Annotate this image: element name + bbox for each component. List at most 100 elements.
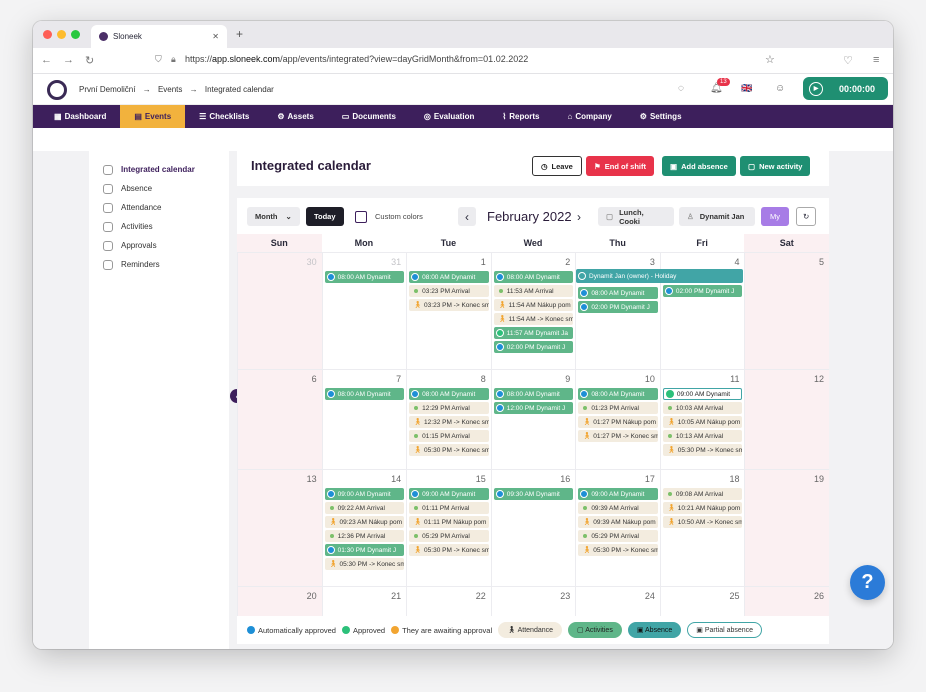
calendar-event[interactable]: 03:23 PM Arrival — [409, 285, 489, 297]
shift-timer[interactable]: ▶ 00:00:00 — [803, 77, 888, 100]
new-tab-button[interactable]: + — [236, 27, 243, 41]
menu-icon[interactable]: ≡ — [873, 54, 879, 66]
url-field[interactable]: https://app.sloneek.com/app/events/integ… — [185, 54, 528, 64]
close-tab-icon[interactable]: ✕ — [212, 32, 219, 41]
next-month-button[interactable]: › — [569, 207, 589, 226]
calendar-event[interactable]: 12:36 PM Arrival — [324, 530, 405, 542]
calendar-event[interactable]: 09:22 AM Arrival — [324, 502, 405, 514]
day-cell[interactable]: 5 — [744, 253, 829, 369]
menu-events[interactable]: ▤ Events — [120, 105, 186, 128]
calendar-event[interactable]: 🚶︎ 01:11 PM Nákup pom — [409, 516, 489, 528]
menu-dashboard[interactable]: ▦ Dashboard — [40, 105, 120, 128]
custom-colors-checkbox[interactable]: Custom colors — [347, 207, 431, 226]
calendar-event[interactable]: 🚶︎ 05:30 PM -> Konec sm — [324, 558, 405, 570]
day-cell[interactable]: 14 09:00 AM Dynamit 09:22 AM Arrival 🚶︎ 09:2… — [321, 470, 407, 586]
menu-checklists[interactable]: ☰ Checklists — [185, 105, 263, 128]
calendar-event[interactable]: 05:29 PM Arrival — [578, 530, 658, 542]
prev-month-button[interactable]: ‹ — [458, 207, 476, 226]
pocket-icon[interactable]: ♡ — [843, 54, 853, 67]
calendar-event[interactable]: 02:00 PM Dynamit J — [662, 285, 743, 297]
calendar-event[interactable]: 🚶︎ 10:50 AM -> Konec sm — [662, 516, 743, 528]
reload-icon[interactable]: ↻ — [85, 54, 94, 67]
calendar-event[interactable]: 12:29 PM Arrival — [409, 402, 489, 414]
sidebar-item-reminders[interactable]: Reminders — [89, 255, 229, 274]
calendar-event[interactable]: 08:00 AM Dynamit — [324, 271, 405, 283]
calendar-event[interactable]: 🚶︎ 03:23 PM -> Konec sm — [409, 299, 489, 311]
calendar-event[interactable]: 09:30 AM Dynamit — [493, 488, 574, 500]
day-cell[interactable]: 2 08:00 AM Dynamit 11:53 AM Arrival 🚶︎ 11:54… — [490, 253, 576, 369]
new-activity-button[interactable]: ▢ New activity — [740, 156, 811, 176]
sidebar-item-attendance[interactable]: Attendance — [89, 198, 229, 217]
calendar-event[interactable]: 🚶︎ 01:27 PM Nákup pom — [578, 416, 658, 428]
day-cell[interactable]: 10 08:00 AM Dynamit 01:23 PM Arrival 🚶︎ 01:2… — [575, 370, 660, 469]
calendar-event[interactable]: 08:00 AM Dynamit — [409, 388, 489, 400]
calendar-event[interactable]: 08:00 AM Dynamit — [578, 388, 658, 400]
calendar-event[interactable]: 🚶︎ 10:21 AM Nákup pom — [662, 502, 743, 514]
calendar-event[interactable]: 🚶︎ 05:30 PM -> Konec sm — [578, 544, 658, 556]
legend-partial-absence[interactable]: ▣ Partial absence — [687, 622, 763, 638]
day-cell[interactable]: 30 — [237, 253, 322, 369]
sloneek-logo-icon[interactable] — [47, 80, 67, 100]
user-filter[interactable]: ♙ Dynamit Jan — [679, 207, 755, 226]
chat-icon[interactable]: ◌ — [678, 83, 684, 94]
calendar-event[interactable]: 🚶︎ 11:54 AM Nákup pom — [493, 299, 574, 311]
my-button[interactable]: My — [761, 207, 789, 226]
day-cell[interactable]: 25 — [659, 587, 745, 616]
checkbox-box[interactable] — [355, 210, 367, 223]
refresh-icon[interactable]: ↻ — [796, 207, 817, 226]
browser-tab[interactable]: Sloneek ✕ — [91, 25, 227, 48]
menu-evaluation[interactable]: ◎ Evaluation — [410, 105, 488, 128]
day-cell[interactable]: 24 — [575, 587, 660, 616]
menu-documents[interactable]: ▭ Documents — [328, 105, 410, 128]
calendar-event[interactable]: 01:30 PM Dynamit J — [324, 544, 405, 556]
calendar-event[interactable]: 08:00 AM Dynamit — [493, 388, 574, 400]
calendar-event[interactable]: 🚶︎ 09:23 AM Nákup pom — [324, 516, 405, 528]
view-select[interactable]: Month ⌄ — [247, 207, 300, 226]
calendar-event[interactable]: 🚶︎ 12:32 PM -> Konec sm — [409, 416, 489, 428]
day-cell[interactable]: 26 — [744, 587, 829, 616]
end-of-shift-button[interactable]: ⚑ End of shift — [586, 156, 654, 176]
day-cell[interactable]: 15 09:00 AM Dynamit 01:11 PM Arrival 🚶︎ 01:1… — [406, 470, 491, 586]
calendar-event[interactable]: 08:00 AM Dynamit — [324, 388, 405, 400]
day-cell[interactable]: 12 — [744, 370, 829, 469]
calendar-event[interactable]: 01:11 PM Arrival — [409, 502, 489, 514]
calendar-event[interactable]: 09:00 AM Dynamit — [662, 388, 743, 400]
day-cell[interactable]: 8 08:00 AM Dynamit 12:29 PM Arrival 🚶︎ 12:32… — [406, 370, 491, 469]
maximize-window-button[interactable] — [71, 30, 80, 39]
day-cell[interactable]: 11 09:00 AM Dynamit 10:03 AM Arrival 🚶︎ 10:0… — [659, 370, 745, 469]
calendar-event[interactable]: 10:03 AM Arrival — [662, 402, 743, 414]
calendar-event[interactable]: 08:00 AM Dynamit — [578, 287, 658, 299]
day-cell[interactable]: 31 08:00 AM Dynamit — [321, 253, 407, 369]
bookmark-star-icon[interactable]: ☆ — [765, 53, 775, 66]
calendar-event[interactable]: 🚶︎ 05:30 PM -> Konec sm — [409, 544, 489, 556]
calendar-event[interactable]: 🚶︎ 10:05 AM Nákup pom — [662, 416, 743, 428]
day-cell[interactable]: 16 09:30 AM Dynamit — [490, 470, 576, 586]
calendar-event[interactable]: 🚶︎ 11:54 AM -> Konec sm — [493, 313, 574, 325]
calendar-event[interactable]: 11:57 AM Dynamit Ja — [493, 327, 574, 339]
breadcrumb-events[interactable]: Events — [158, 85, 182, 94]
calendar-event[interactable]: 09:00 AM Dynamit — [324, 488, 405, 500]
day-cell[interactable]: 20 — [237, 587, 322, 616]
calendar-event[interactable]: 08:00 AM Dynamit — [409, 271, 489, 283]
legend-activities[interactable]: ▢ Activities — [568, 622, 622, 638]
calendar-event[interactable]: 11:53 AM Arrival — [493, 285, 574, 297]
calendar-event[interactable]: 02:00 PM Dynamit J — [578, 301, 658, 313]
calendar-event[interactable]: 🚶︎ 01:27 PM -> Konec sm — [578, 430, 658, 442]
day-cell[interactable]: 9 08:00 AM Dynamit 12:00 PM Dynamit J — [490, 370, 576, 469]
sidebar-item-approvals[interactable]: Approvals — [89, 236, 229, 255]
day-cell[interactable]: 22 — [406, 587, 491, 616]
group-filter[interactable]: ▢ Lunch, Cooki — [598, 207, 674, 226]
day-cell[interactable]: 1 08:00 AM Dynamit 03:23 PM Arrival 🚶︎ 03:23… — [406, 253, 491, 369]
sidebar-item-activities[interactable]: Activities — [89, 217, 229, 236]
calendar-event[interactable]: 12:00 PM Dynamit J — [493, 402, 574, 414]
legend-attendance[interactable]: 🚶︎ Attendance — [498, 622, 563, 638]
add-absence-button[interactable]: ▣ Add absence — [662, 156, 736, 176]
minimize-window-button[interactable] — [57, 30, 66, 39]
calendar-event[interactable]: 🚶︎ 05:30 PM -> Konec sm — [662, 444, 743, 456]
calendar-event[interactable]: 02:00 PM Dynamit J — [493, 341, 574, 353]
day-cell[interactable]: 7 08:00 AM Dynamit — [321, 370, 407, 469]
calendar-event[interactable]: 01:23 PM Arrival — [578, 402, 658, 414]
day-cell[interactable]: 18 09:08 AM Arrival 🚶︎ 10:21 AM Nákup pom 🚶︎… — [659, 470, 745, 586]
day-cell[interactable]: 13 — [237, 470, 322, 586]
close-window-button[interactable] — [43, 30, 52, 39]
